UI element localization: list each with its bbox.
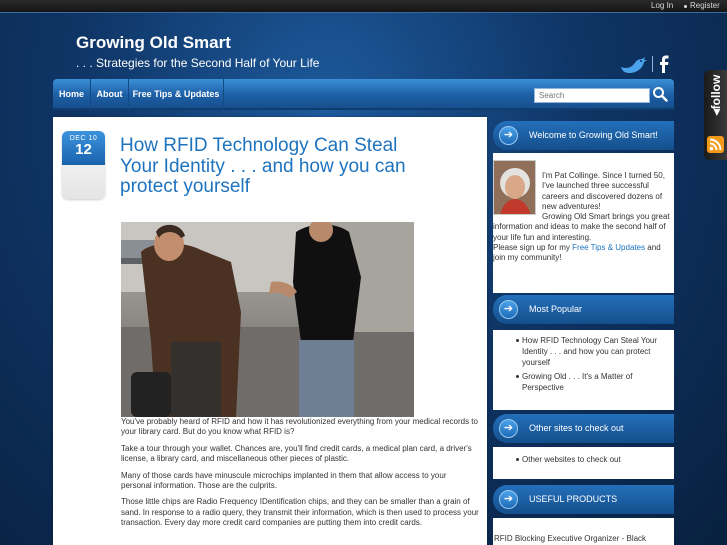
author-photo <box>494 161 535 214</box>
signup-text-pre: Please sign up for my <box>493 243 573 252</box>
welcome-intro: I'm Pat Collinge. Since I turned 50, I'v… <box>542 171 665 212</box>
bullet-icon <box>684 5 687 8</box>
post-paragraph: Many of those cards have minuscule micro… <box>121 470 447 491</box>
date-badge: DEC 10 12 <box>62 131 105 199</box>
site-title[interactable]: Growing Old Smart <box>76 33 231 53</box>
widget-popular-header: ➔ Most Popular <box>493 295 674 324</box>
post-paragraph: Those little chips are Radio Frequency I… <box>121 497 479 528</box>
follow-label-box: ◂follow <box>706 74 726 120</box>
login-link[interactable]: Log In <box>651 1 673 10</box>
twitter-icon[interactable] <box>618 53 648 75</box>
social-links <box>618 53 671 75</box>
widget-products-body: RFID Blocking Executive Organizer - Blac… <box>493 518 674 545</box>
facebook-icon[interactable] <box>657 55 671 73</box>
other-sites-list: Other websites to check out <box>493 454 674 465</box>
nav-free-tips[interactable]: Free Tips & Updates <box>129 79 224 110</box>
search-icon[interactable] <box>652 86 668 102</box>
welcome-signup: Please sign up for my Free Tips & Update… <box>493 243 674 264</box>
arrow-right-icon: ➔ <box>499 126 518 145</box>
list-item[interactable]: How RFID Technology Can Steal Your Ident… <box>493 335 674 368</box>
list-item[interactable]: Growing Old . . . It's a Matter of Persp… <box>493 371 674 393</box>
widget-title: USEFUL PRODUCTS <box>529 494 618 504</box>
follow-label: ◂follow <box>709 74 723 116</box>
top-bar: Log In Register <box>0 0 727 13</box>
nav-home[interactable]: Home <box>53 79 91 110</box>
widget-title: Welcome to Growing Old Smart! <box>529 130 658 140</box>
rss-icon[interactable] <box>707 136 724 153</box>
post-paragraph: You've probably heard of RFID and how it… <box>121 417 478 437</box>
widget-other-sites-body: Other websites to check out <box>493 447 674 479</box>
arrow-right-icon: ➔ <box>499 419 518 438</box>
avatar <box>493 160 536 215</box>
widget-products-header: ➔ USEFUL PRODUCTS <box>493 485 674 514</box>
widget-title: Other sites to check out <box>529 423 624 433</box>
welcome-description: Growing Old Smart brings you great infor… <box>493 212 670 242</box>
rfid-photo <box>121 222 414 417</box>
arrow-right-icon: ➔ <box>499 490 518 509</box>
widget-title: Most Popular <box>529 304 583 314</box>
search-input[interactable] <box>534 88 650 103</box>
widget-welcome-header: ➔ Welcome to Growing Old Smart! <box>493 121 674 150</box>
product-item[interactable]: RFID Blocking Executive Organizer - Blac… <box>494 534 646 543</box>
popular-list: How RFID Technology Can Steal Your Ident… <box>493 335 674 393</box>
post-image <box>121 222 414 417</box>
free-tips-link[interactable]: Free Tips & Updates <box>572 243 645 252</box>
post-body: You've probably heard of RFID and how it… <box>121 417 479 535</box>
follow-tab[interactable]: ◂follow <box>704 70 727 160</box>
register-link[interactable]: Register <box>690 1 720 10</box>
post-title[interactable]: How RFID Technology Can Steal Your Ident… <box>120 135 420 198</box>
list-item[interactable]: Other websites to check out <box>493 454 674 465</box>
widget-other-sites-header: ➔ Other sites to check out <box>493 414 674 443</box>
post-paragraph: Take a tour through your wallet. Chances… <box>121 443 472 464</box>
date-badge-top: DEC 10 12 <box>62 131 105 165</box>
date-day: 12 <box>75 141 92 158</box>
site-tagline: . . . Strategies for the Second Half of … <box>76 56 320 70</box>
widget-popular-body: How RFID Technology Can Steal Your Ident… <box>493 330 674 410</box>
social-divider <box>652 56 653 72</box>
nav-about[interactable]: About <box>91 79 129 110</box>
arrow-right-icon: ➔ <box>499 300 518 319</box>
